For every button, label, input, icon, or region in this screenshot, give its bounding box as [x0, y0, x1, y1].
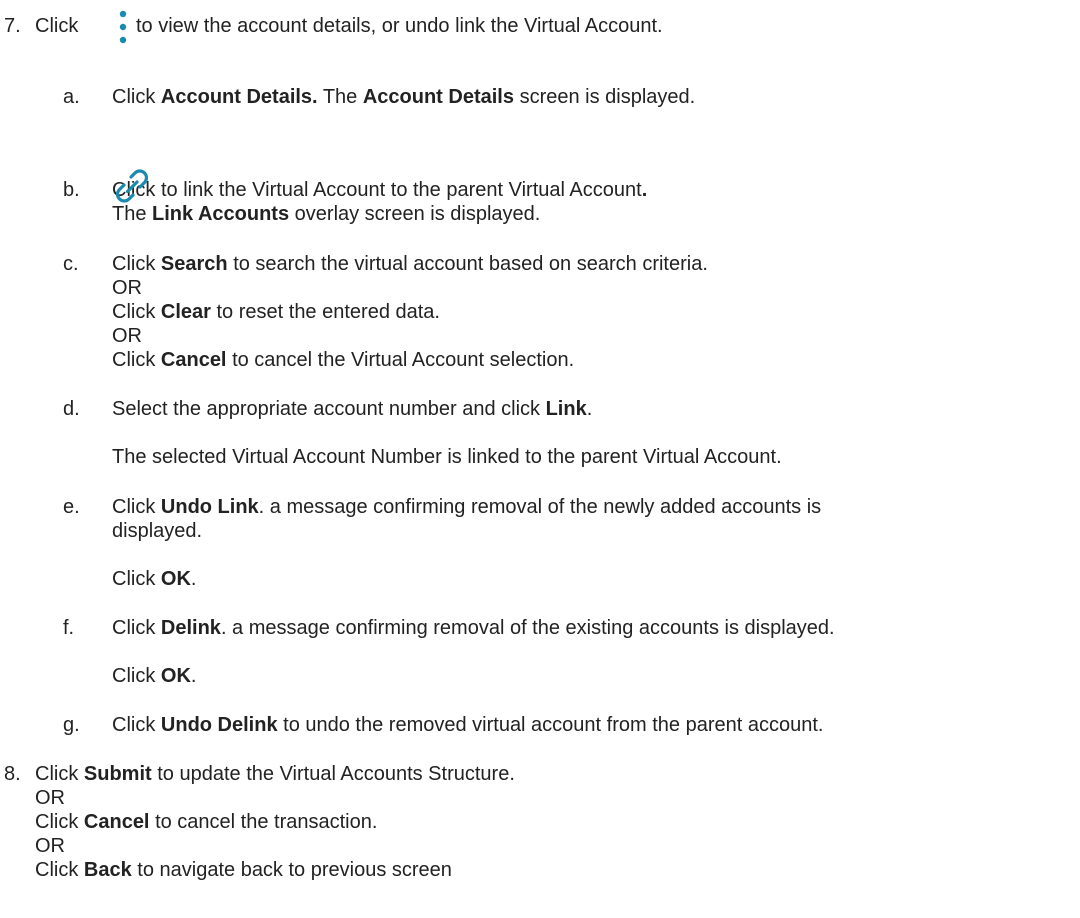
step-7-text: to view the account details, or undo lin… [136, 15, 663, 37]
substep-c-line-1: Click Search to search the virtual accou… [112, 253, 708, 275]
substep-c-or-1: OR [112, 277, 142, 299]
step-8-line-2: Click Cancel to cancel the transaction. [35, 811, 378, 833]
substep-g-letter: g. [63, 714, 80, 736]
substep-b-text: to link the Virtual Account to the paren… [161, 179, 648, 201]
substep-e-line-2: displayed. [112, 520, 203, 542]
substep-c-or-2: OR [112, 325, 142, 347]
step-8-or-1: OR [35, 787, 65, 809]
substep-f-letter: f. [63, 617, 75, 639]
substep-g-text: Click Undo Delink to undo the removed vi… [112, 714, 824, 736]
substep-d-letter: d. [63, 398, 80, 420]
substep-b-letter: b. [63, 179, 80, 201]
step-7-number: 7. [4, 15, 21, 37]
substep-f-line-1: Click Delink. a message confirming remov… [112, 617, 835, 639]
substep-c-letter: c. [63, 253, 79, 275]
substep-b-overlay-note: The Link Accounts overlay screen is disp… [112, 203, 541, 225]
step-8-number: 8. [4, 763, 21, 785]
link-icon [116, 169, 148, 203]
substep-e-ok: Click OK. [112, 568, 197, 590]
step-8-line-3: Click Back to navigate back to previous … [35, 859, 452, 881]
kebab-menu-icon [119, 10, 127, 44]
substep-a-text: Click Account Details. The Account Detai… [112, 86, 696, 108]
substep-d-note: The selected Virtual Account Number is l… [112, 446, 782, 468]
substep-e-letter: e. [63, 496, 80, 518]
step-8-line-1: Click Submit to update the Virtual Accou… [35, 763, 515, 785]
substep-a-letter: a. [63, 86, 80, 108]
substep-e-line-1: Click Undo Link. a message confirming re… [112, 496, 822, 518]
substep-f-ok: Click OK. [112, 665, 197, 687]
substep-d-text: Select the appropriate account number an… [112, 398, 593, 420]
step-8-or-2: OR [35, 835, 65, 857]
substep-c-line-3: Click Cancel to cancel the Virtual Accou… [112, 349, 575, 371]
substep-c-line-2: Click Clear to reset the entered data. [112, 301, 440, 323]
step-7-click-word: Click [35, 15, 79, 37]
